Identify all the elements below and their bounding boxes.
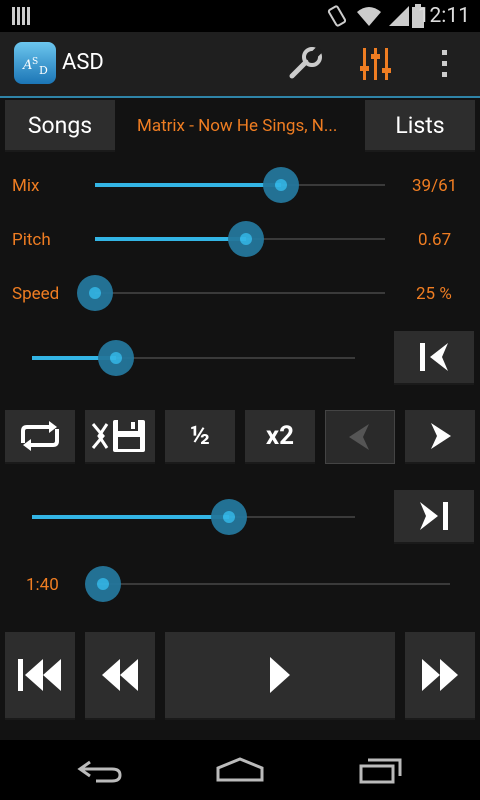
double-speed-button[interactable]: x2 (245, 410, 315, 464)
app-title: ASD (62, 50, 104, 75)
wrench-icon[interactable] (288, 46, 324, 82)
now-playing-title: Matrix - Now He Sings, N... (137, 116, 338, 136)
position-time: 1:40 (26, 575, 59, 595)
speed-slider[interactable] (95, 292, 385, 294)
loop-start-thumb[interactable] (97, 340, 134, 376)
pitch-label: Pitch (12, 230, 51, 250)
loop-start-slider[interactable] (32, 356, 355, 360)
signal-icon (389, 6, 409, 26)
back-icon[interactable] (76, 758, 124, 784)
rotate-icon (327, 5, 347, 27)
skip-to-end-icon (420, 502, 448, 530)
play-icon (270, 657, 290, 693)
next-button[interactable] (405, 410, 475, 464)
skip-to-start-icon (420, 343, 448, 371)
notification-icon (12, 7, 30, 25)
action-bar: ASD ASD (0, 32, 480, 98)
status-bar: 12:11 (0, 0, 480, 32)
recent-apps-icon[interactable] (358, 756, 404, 784)
previous-song-button[interactable] (5, 632, 75, 720)
repeat-button[interactable] (5, 410, 75, 464)
position-thumb[interactable] (85, 566, 121, 602)
navigation-bar (0, 740, 480, 800)
previous-disabled-button[interactable] (325, 410, 395, 464)
repeat-icon (21, 421, 59, 451)
go-to-loop-start-button[interactable] (394, 331, 474, 385)
rewind-button[interactable] (85, 632, 155, 720)
rewind-icon (102, 659, 138, 691)
svg-text:A: A (22, 58, 32, 73)
loop-end-thumb[interactable] (211, 499, 248, 535)
pitch-value: 0.67 (418, 230, 452, 250)
overflow-menu-icon[interactable] (440, 46, 450, 82)
equalizer-icon[interactable] (360, 46, 392, 82)
wifi-icon (357, 7, 381, 26)
speed-value: 25 % (416, 284, 452, 304)
mix-slider[interactable] (95, 183, 385, 187)
speed-label: Speed (12, 284, 60, 304)
mix-value: 39/61 (412, 176, 458, 196)
fast-forward-icon (422, 659, 458, 691)
save-loop-icon (91, 420, 145, 452)
arrow-left-icon (349, 424, 369, 450)
go-to-loop-end-button[interactable] (394, 490, 474, 544)
home-icon[interactable] (214, 756, 266, 784)
status-time: 12:11 (417, 4, 470, 28)
fast-forward-button[interactable] (405, 632, 475, 720)
half-speed-button[interactable]: ½ (165, 410, 235, 464)
app-logo[interactable]: ASD (14, 42, 56, 84)
mix-label: Mix (12, 176, 40, 196)
position-slider[interactable] (95, 583, 450, 585)
pitch-slider-thumb[interactable] (227, 221, 264, 257)
songs-button[interactable]: Songs (5, 100, 115, 152)
save-loop-button[interactable] (85, 410, 155, 464)
lists-button[interactable]: Lists (365, 100, 475, 152)
svg-text:S: S (32, 57, 38, 67)
loop-end-slider[interactable] (32, 515, 355, 519)
arrow-right-icon (431, 423, 451, 449)
play-button[interactable] (165, 632, 395, 720)
svg-text:D: D (39, 64, 48, 77)
skip-previous-icon (18, 659, 61, 691)
speed-slider-thumb[interactable] (77, 275, 113, 311)
mix-slider-thumb[interactable] (262, 167, 299, 203)
